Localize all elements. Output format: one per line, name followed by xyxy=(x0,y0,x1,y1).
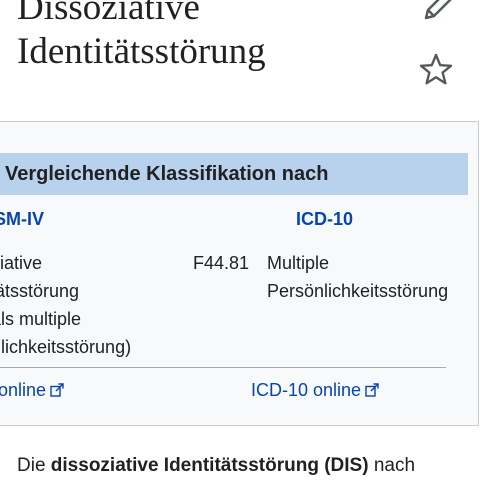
article-intro: Die dissoziative Identitätsstörung (DIS)… xyxy=(17,453,415,479)
page-title-line-1: Dissoziative xyxy=(17,0,200,28)
dsm-online-link[interactable]: V online xyxy=(0,378,64,402)
dsm-name-line: titätsstörung xyxy=(0,281,80,301)
external-link-icon xyxy=(50,383,64,397)
icd-code: F44.81 xyxy=(193,253,250,273)
dsm-name-line: önlichkeitsstörung) xyxy=(0,337,132,357)
dsm-online-label: V online xyxy=(0,380,47,400)
intro-prefix: Die xyxy=(17,455,51,476)
page-title-line-2: Identitätsstörung xyxy=(17,31,266,72)
icd-heading-link[interactable]: ICD-10 xyxy=(296,208,353,230)
article-view: Dissoziative Identitätsstörung Vergleich… xyxy=(0,0,480,480)
icd-name-line: Multiple xyxy=(267,253,330,273)
dsm-heading-link[interactable]: DSM-IV xyxy=(0,208,44,230)
infobox-divider xyxy=(0,367,446,368)
icd-online-link[interactable]: ICD-10 online xyxy=(251,378,379,402)
dsm-name-line: nals multiple xyxy=(0,309,82,329)
intro-suffix: nach xyxy=(368,455,416,476)
intro-term: dissoziative Identitätsstörung (DIS) xyxy=(50,455,369,476)
icd-diagnosis-name: Multiple Persönlichkeitsstörung xyxy=(267,249,477,305)
external-link-icon xyxy=(365,383,379,397)
dsm-diagnosis-name: oziative titätsstörung nals multiple önl… xyxy=(0,249,171,361)
classification-infobox: Vergleichende Klassifikation nach DSM-IV… xyxy=(0,121,479,426)
icd-name-line: Persönlichkeitsstörung xyxy=(267,281,449,301)
infobox-header: Vergleichende Klassifikation nach xyxy=(0,153,468,195)
star-icon[interactable] xyxy=(416,52,456,88)
icd-online-label: ICD-10 online xyxy=(251,380,362,400)
dsm-name-line: oziative xyxy=(0,253,43,273)
pencil-icon[interactable] xyxy=(416,0,456,22)
page-title: Dissoziative Identitätsstörung xyxy=(17,0,377,74)
